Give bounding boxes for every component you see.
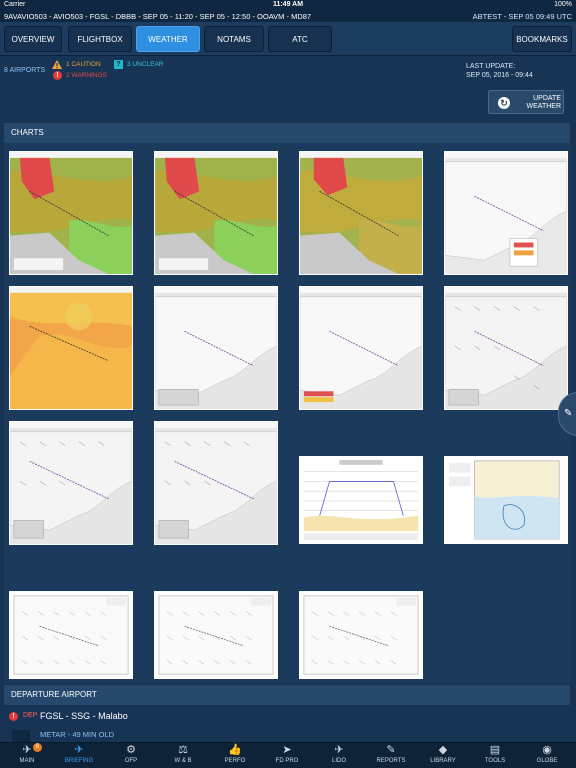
- chart-thumbnail[interactable]: [444, 151, 568, 275]
- top-nav: OVERVIEW FLIGHTBOX WEATHER NOTAMS ATC BO…: [0, 22, 576, 56]
- warning-icon: !: [9, 712, 18, 721]
- chart-thumbnail[interactable]: [299, 591, 423, 679]
- tab-notams[interactable]: NOTAMS: [204, 26, 264, 52]
- clock: 11:49 AM: [272, 1, 304, 8]
- chart-thumbnail[interactable]: [9, 591, 133, 679]
- tab-ofp[interactable]: ⚙ OFP: [104, 743, 158, 768]
- chart-thumbnail[interactable]: [299, 456, 423, 544]
- departure-airport-row[interactable]: ! DEP FGSL - SSG - Malabo: [0, 706, 576, 728]
- chart-thumbnail[interactable]: [154, 151, 278, 275]
- notification-badge: 6: [33, 743, 42, 752]
- toolbox-icon: ▤: [489, 744, 501, 756]
- tab-overview[interactable]: OVERVIEW: [4, 26, 62, 52]
- tab-perfo[interactable]: 👍 PERFO: [208, 743, 262, 768]
- flight-info-bar: 9AVAVIO503 - AVIO503 - FGSL - DBBB - SEP…: [0, 10, 576, 22]
- plane-icon: ✈: [22, 744, 32, 756]
- wind-barb-chart-image: [155, 422, 277, 544]
- book-icon: ◆: [438, 744, 448, 756]
- wind-temp-chart-image: [300, 152, 422, 274]
- globe-icon: ◉: [542, 744, 552, 756]
- metar-row[interactable]: METAR - 49 MIN OLD: [0, 728, 576, 742]
- tab-main[interactable]: ✈ MAIN 6: [0, 743, 54, 768]
- balance-icon: ⚖: [178, 744, 188, 756]
- tab-briefing[interactable]: ✈ BRIEFING: [52, 743, 106, 768]
- update-label-line2: WEATHER: [526, 103, 561, 110]
- navigation-icon: ➤: [282, 744, 292, 756]
- wind-barb-chart-image: [10, 422, 132, 544]
- last-update: LAST UPDATE: SEP 05, 2016 - 09:44: [466, 62, 533, 80]
- tab-tools[interactable]: ▤ TOOLS: [468, 743, 522, 768]
- bottom-tab-bar: ✈ MAIN 6 ✈ BRIEFING ⚙ OFP ⚖ W & B 👍 PERF…: [0, 742, 576, 768]
- tab-library[interactable]: ◆ LIBRARY: [416, 743, 470, 768]
- caution-icon: [52, 60, 62, 69]
- update-label-line1: UPDATE: [533, 95, 561, 102]
- significant-weather-chart-image: [300, 287, 422, 409]
- wind-temp-chart-image: [155, 152, 277, 274]
- tab-globe[interactable]: ◉ GLOBE: [520, 743, 574, 768]
- caution-count[interactable]: 1 CAUTION: [66, 61, 101, 68]
- departure-tag: DEP: [23, 712, 38, 719]
- refresh-icon: ↻: [498, 97, 510, 109]
- wind-temp-chart-image: [10, 152, 132, 274]
- chart-thumbnail[interactable]: [154, 591, 278, 679]
- wind-grid-chart-image: [300, 592, 422, 678]
- last-update-value: SEP 05, 2016 - 09:44: [466, 72, 533, 79]
- chart-thumbnail[interactable]: [9, 421, 133, 545]
- metar-age: METAR - 49 MIN OLD: [40, 730, 115, 739]
- chart-thumbnail[interactable]: [299, 151, 423, 275]
- status-bar: Carrier 11:49 AM 100%: [0, 0, 576, 10]
- tab-weight-balance[interactable]: ⚖ W & B: [156, 743, 210, 768]
- chart-thumbnail[interactable]: [9, 286, 133, 410]
- chart-thumbnail[interactable]: [444, 456, 568, 544]
- warning-count[interactable]: 2 WARNINGS: [66, 72, 107, 79]
- metar-icon: [12, 730, 30, 742]
- warning-icon: !: [53, 71, 62, 80]
- cross-section-chart-image: [300, 457, 422, 543]
- update-weather-button[interactable]: ↻ UPDATE WEATHER: [488, 90, 564, 114]
- pencil-icon: ✎: [564, 408, 573, 419]
- lightning-chart-image: [445, 152, 567, 274]
- chart-thumbnail[interactable]: [444, 286, 568, 410]
- unclear-icon: ?: [114, 60, 123, 69]
- wind-grid-chart-image: [155, 592, 277, 678]
- bookmarks-button[interactable]: BOOKMARKS: [512, 26, 572, 52]
- battery-level: 100%: [554, 1, 572, 8]
- vertical-forecast-chart-image: [155, 287, 277, 409]
- tab-reports[interactable]: ✎ REPORTS: [364, 743, 418, 768]
- unclear-count[interactable]: 3 UNCLEAR: [127, 61, 163, 68]
- weather-summary: 8 AIRPORTS 1 CAUTION ! 2 WARNINGS ? 3 UN…: [0, 56, 576, 84]
- flight-route: 9AVAVIO503 - AVIO503 - FGSL - DBBB - SEP…: [4, 12, 312, 21]
- chart-thumbnail[interactable]: [154, 421, 278, 545]
- tab-weather[interactable]: WEATHER: [136, 26, 200, 52]
- last-update-label: LAST UPDATE:: [466, 63, 516, 70]
- thumbs-up-icon: 👍: [228, 744, 242, 756]
- tropopause-chart-image: [10, 287, 132, 409]
- user-timestamp: ABTEST - SEP 05 09:49 UTC: [472, 12, 572, 21]
- charts-header[interactable]: CHARTS: [4, 123, 570, 143]
- chart-thumbnail[interactable]: [9, 151, 133, 275]
- departure-airport-name: FGSL - SSG - Malabo: [40, 711, 128, 721]
- reports-icon: ✎: [386, 744, 396, 756]
- briefing-icon: ✈: [74, 744, 84, 756]
- wind-barb-chart-image: [445, 287, 567, 409]
- airport-count: 8 AIRPORTS: [4, 67, 46, 74]
- wind-grid-chart-image: [10, 592, 132, 678]
- tab-atc[interactable]: ATC: [268, 26, 332, 52]
- ofp-icon: ⚙: [126, 744, 136, 756]
- lido-icon: ✈: [334, 744, 344, 756]
- area-map-chart-image: [445, 457, 567, 543]
- tab-fd-pro[interactable]: ➤ FD PRO: [260, 743, 314, 768]
- chart-thumbnail[interactable]: [154, 286, 278, 410]
- chart-thumbnail[interactable]: [299, 286, 423, 410]
- tab-lido[interactable]: ✈ LIDO: [312, 743, 366, 768]
- departure-header[interactable]: DEPARTURE AIRPORT: [4, 685, 570, 705]
- tab-flightbox[interactable]: FLIGHTBOX: [68, 26, 132, 52]
